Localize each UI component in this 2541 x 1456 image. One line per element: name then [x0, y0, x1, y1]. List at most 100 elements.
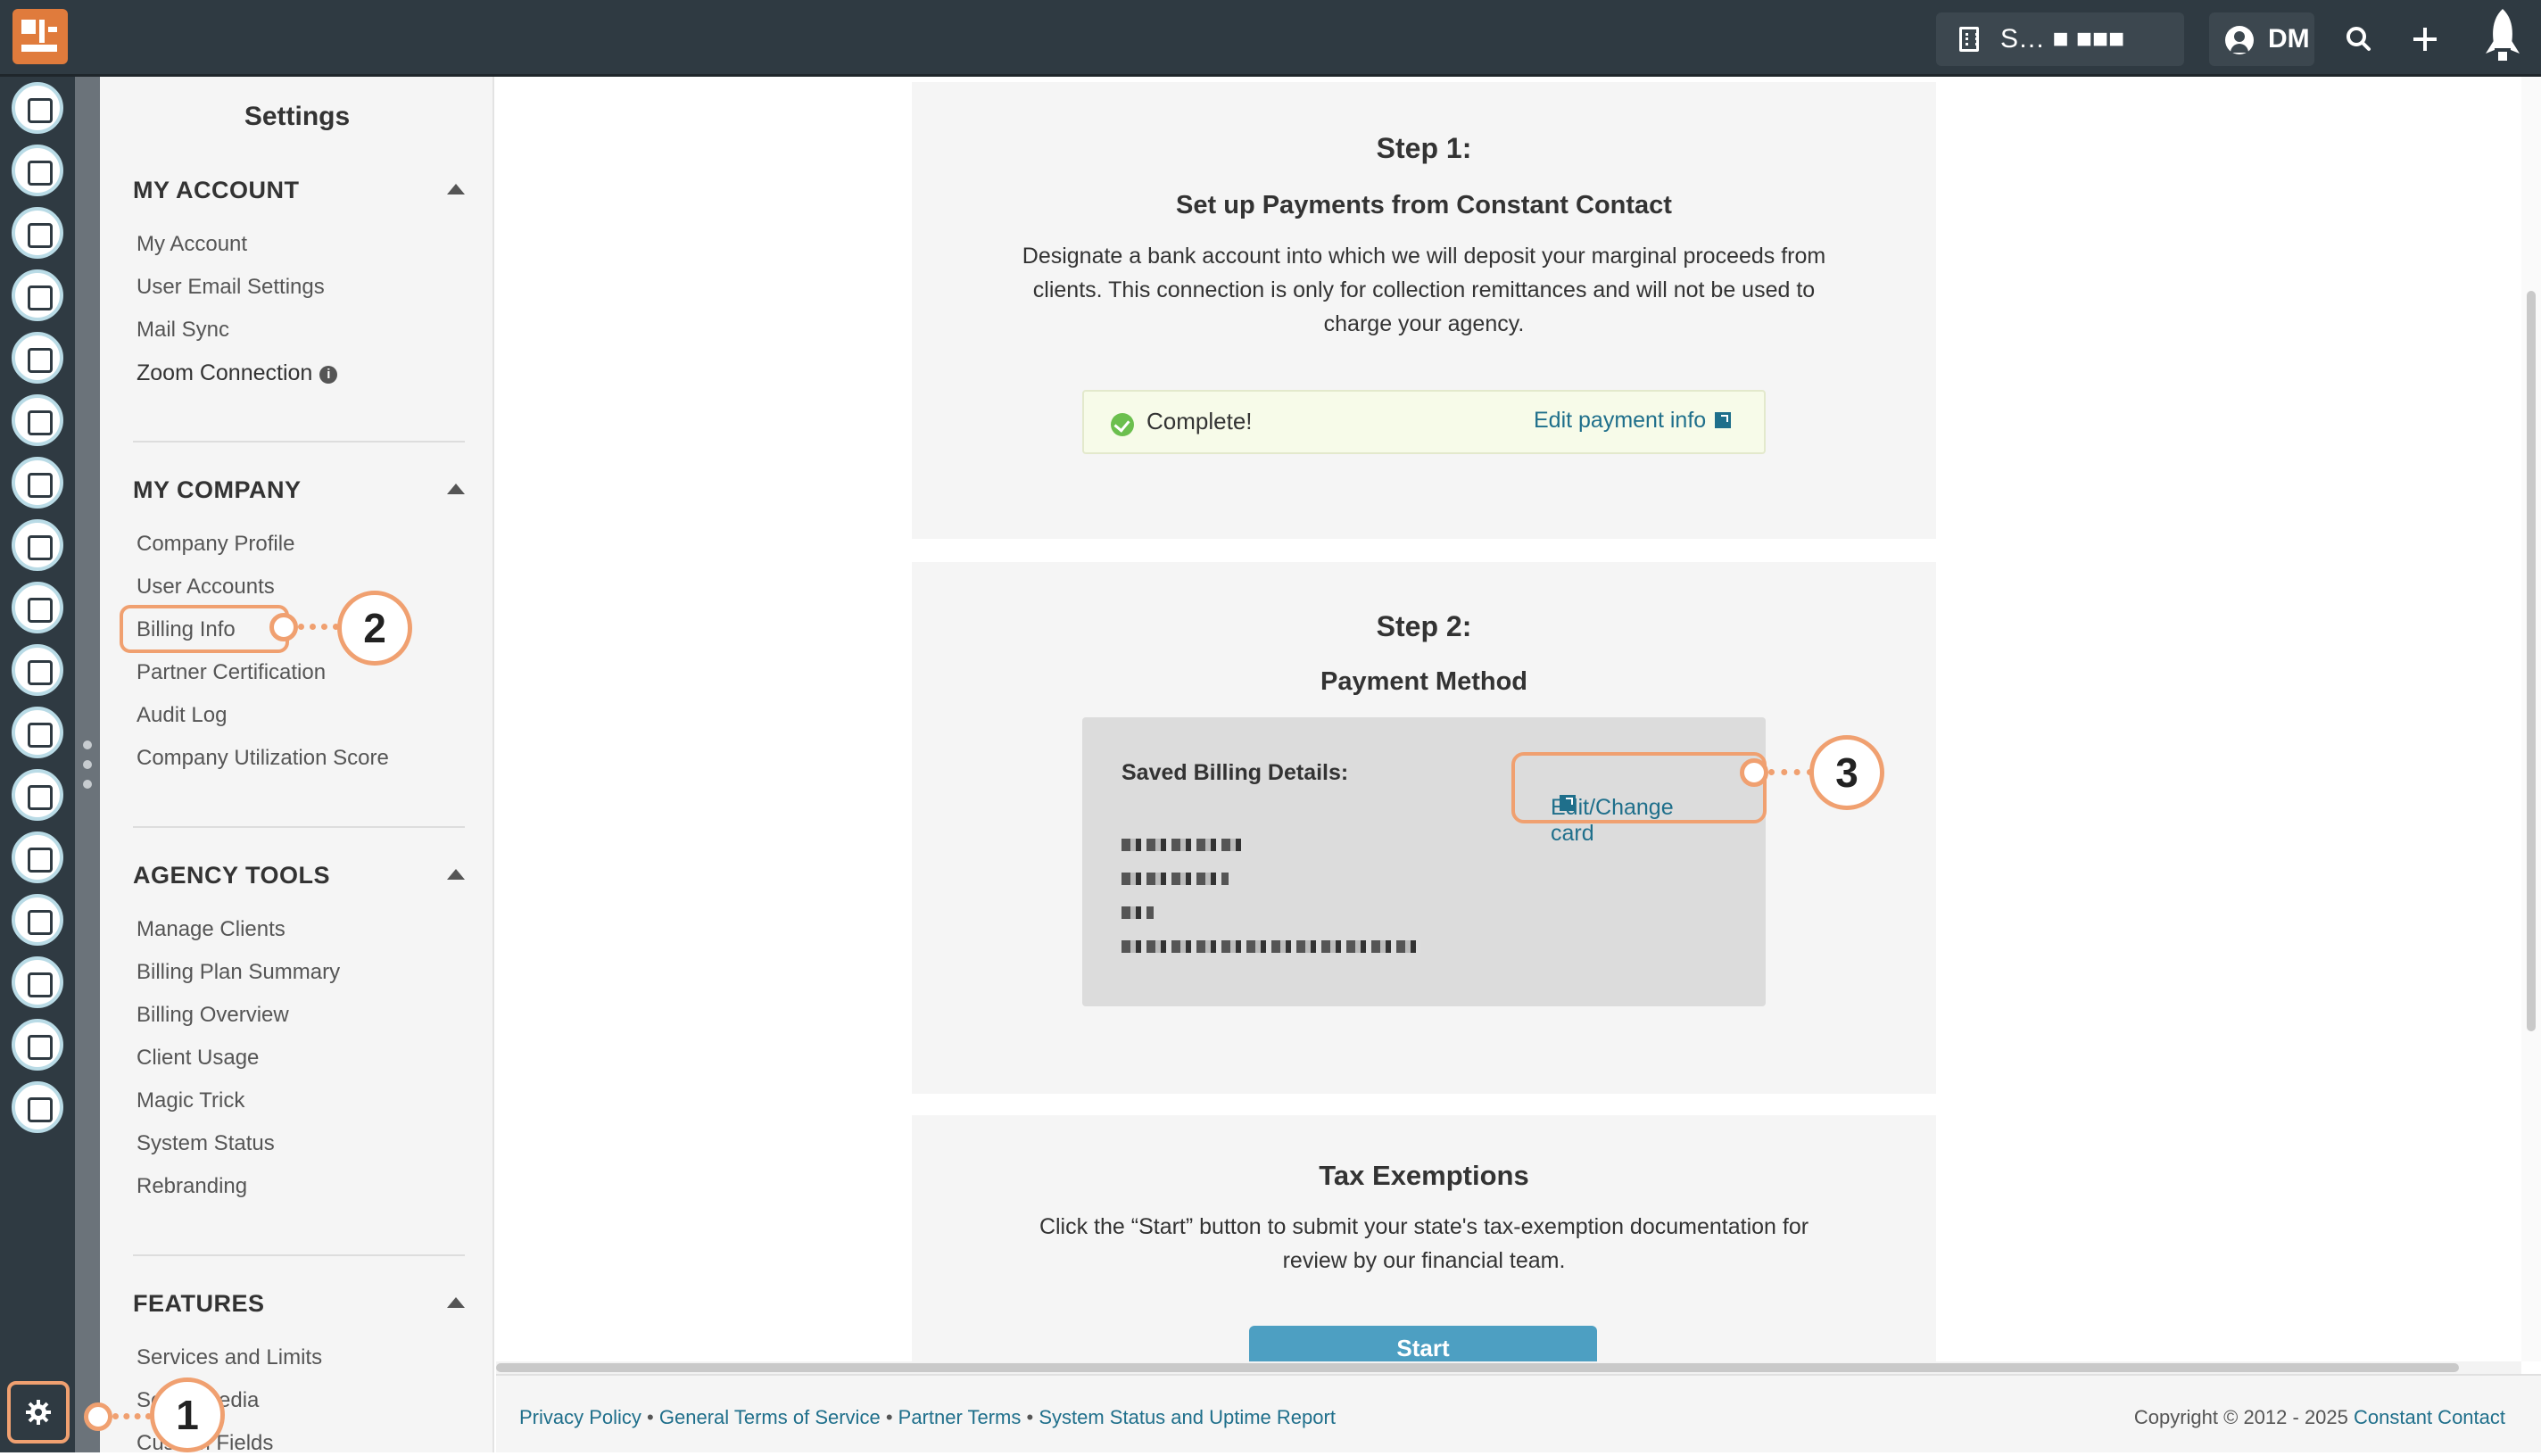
- resize-handle-icon[interactable]: [83, 740, 92, 789]
- collapse-caret-icon[interactable]: [447, 184, 465, 194]
- rocket-icon[interactable]: [2479, 5, 2527, 66]
- footer: Privacy Policy • General Terms of Servic…: [496, 1374, 2541, 1452]
- constant-contact-link[interactable]: Constant Contact: [2354, 1406, 2505, 1428]
- menu-item-company-utilization-score[interactable]: Company Utilization Score: [137, 746, 389, 771]
- tax-description: Click the “Start” button to submit your …: [1039, 1214, 1809, 1273]
- megaphone-icon[interactable]: [12, 457, 63, 509]
- payment-status-banner: Complete! Edit payment info: [1082, 390, 1766, 454]
- vertical-scrollbar[interactable]: [2521, 77, 2541, 1361]
- menu-item-magic-trick[interactable]: Magic Trick: [137, 1088, 244, 1113]
- menu-item-manage-clients[interactable]: Manage Clients: [137, 917, 286, 942]
- redacted-billing-line: [1122, 940, 1421, 953]
- section-heading: MY COMPANY: [133, 476, 302, 503]
- section-my-account[interactable]: MY ACCOUNT: [133, 177, 465, 204]
- external-link-icon: [1715, 412, 1732, 428]
- menu-item-my-account[interactable]: My Account: [137, 232, 247, 257]
- menu-item-company-profile[interactable]: Company Profile: [137, 532, 294, 557]
- billing-info-highlight: [120, 605, 289, 653]
- settings-title: Settings: [244, 102, 351, 131]
- saved-billing-label: Saved Billing Details:: [1122, 760, 1349, 785]
- redacted-billing-line: [1122, 906, 1154, 919]
- account-switcher[interactable]: S… ■ ■■■ ■■■■…: [1936, 12, 2184, 107]
- callout-2: 2: [337, 591, 412, 666]
- step1-subtitle: Set up Payments from Constant Contact: [1176, 191, 1672, 219]
- partner-terms-link[interactable]: Partner Terms: [898, 1406, 1022, 1428]
- menu-item-partner-certification[interactable]: Partner Certification: [137, 660, 326, 685]
- callout-2-anchor: [269, 613, 298, 641]
- menu-item-audit-log[interactable]: Audit Log: [137, 703, 227, 728]
- link-label: Edit payment info: [1534, 408, 1707, 433]
- section-my-company[interactable]: MY COMPANY: [133, 476, 465, 504]
- footer-separator: •: [885, 1406, 893, 1428]
- email-icon[interactable]: [12, 145, 63, 196]
- top-bar: S… ■ ■■■ ■■■■… DM: [0, 0, 2541, 107]
- user-initials: DM: [2268, 24, 2310, 54]
- user-avatar-icon: [2225, 26, 2254, 54]
- menu-item-client-usage[interactable]: Client Usage: [137, 1046, 259, 1071]
- system-status-link[interactable]: System Status and Uptime Report: [1039, 1406, 1336, 1428]
- footer-separator: •: [647, 1406, 654, 1428]
- edit-payment-info-link[interactable]: Edit payment info: [1534, 408, 1732, 434]
- callout-2-connector: [298, 624, 339, 630]
- collapse-caret-icon[interactable]: [447, 869, 465, 880]
- handshake-icon[interactable]: [12, 769, 63, 821]
- edit-change-card-link[interactable]: Edit/Change card: [1511, 752, 1767, 846]
- menu-item-billing-plan-summary[interactable]: Billing Plan Summary: [137, 960, 340, 985]
- section-heading: FEATURES: [133, 1290, 265, 1317]
- step2-subtitle: Payment Method: [1320, 667, 1528, 696]
- redacted-billing-line: [1122, 873, 1229, 885]
- callout-1-connector: [112, 1413, 152, 1419]
- menu-item-user-email-settings[interactable]: User Email Settings: [137, 275, 325, 300]
- menu-item-rebranding[interactable]: Rebranding: [137, 1174, 247, 1199]
- collapse-caret-icon[interactable]: [447, 1297, 465, 1308]
- section-heading: MY ACCOUNT: [133, 177, 300, 203]
- growth-chart-icon[interactable]: [12, 831, 63, 883]
- start-button[interactable]: Start: [1249, 1326, 1597, 1361]
- collapse-caret-icon[interactable]: [447, 484, 465, 494]
- app-logo-icon[interactable]: [12, 9, 68, 64]
- step1-card: Step 1: Set up Payments from Constant Co…: [912, 82, 1936, 539]
- general-terms-link[interactable]: General Terms of Service: [659, 1406, 881, 1428]
- gear-icon: [26, 1400, 51, 1425]
- image-icon[interactable]: [12, 644, 63, 696]
- clipboard-icon[interactable]: [12, 207, 63, 259]
- left-icon-bar: [0, 77, 75, 1452]
- support-icon[interactable]: [12, 894, 63, 946]
- privacy-policy-link[interactable]: Privacy Policy: [519, 1406, 641, 1428]
- plug-icon[interactable]: [12, 1081, 63, 1133]
- menu-item-mail-sync[interactable]: Mail Sync: [137, 318, 229, 343]
- branch-icon[interactable]: [12, 332, 63, 384]
- menu-item-billing-overview[interactable]: Billing Overview: [137, 1003, 289, 1028]
- section-features[interactable]: FEATURES: [133, 1290, 465, 1318]
- thumbs-up-icon[interactable]: [12, 582, 63, 633]
- info-icon[interactable]: i: [319, 366, 338, 384]
- callout-3: 3: [1809, 735, 1884, 810]
- step1-description: Designate a bank account into which we w…: [1022, 244, 1826, 336]
- map-icon[interactable]: [12, 269, 63, 321]
- list-icon[interactable]: [12, 394, 63, 446]
- section-heading: AGENCY TOOLS: [133, 862, 331, 889]
- menu-item-services-and-limits[interactable]: Services and Limits: [137, 1345, 322, 1370]
- section-divider: [133, 1254, 465, 1256]
- callout-1-anchor: [84, 1402, 112, 1431]
- user-menu[interactable]: DM: [2209, 12, 2314, 66]
- step1-title: Step 1:: [1376, 132, 1472, 164]
- calendar-icon[interactable]: [12, 707, 63, 758]
- menu-item-zoom-connection[interactable]: Zoom Connection i: [137, 360, 338, 386]
- menu-item-system-status[interactable]: System Status: [137, 1131, 275, 1156]
- step2-title: Step 2:: [1376, 610, 1472, 642]
- horizontal-scrollbar[interactable]: [496, 1361, 2521, 1374]
- section-agency-tools[interactable]: AGENCY TOOLS: [133, 862, 465, 889]
- chat-icon[interactable]: [12, 519, 63, 571]
- copyright: Copyright © 2012 - 2025 Constant Contact: [2134, 1406, 2505, 1429]
- bar-chart-icon[interactable]: [12, 1019, 63, 1071]
- menu-item-user-accounts[interactable]: User Accounts: [137, 575, 275, 600]
- settings-gear-button[interactable]: [7, 1381, 70, 1444]
- menu-item-label: Zoom Connection: [137, 360, 313, 385]
- plus-icon[interactable]: [2405, 20, 2445, 59]
- search-icon[interactable]: [2339, 20, 2379, 59]
- contacts-icon[interactable]: [12, 82, 63, 134]
- user-star-icon[interactable]: [12, 956, 63, 1008]
- check-circle-icon: [1111, 413, 1134, 436]
- callout-3-connector: [1768, 769, 1813, 775]
